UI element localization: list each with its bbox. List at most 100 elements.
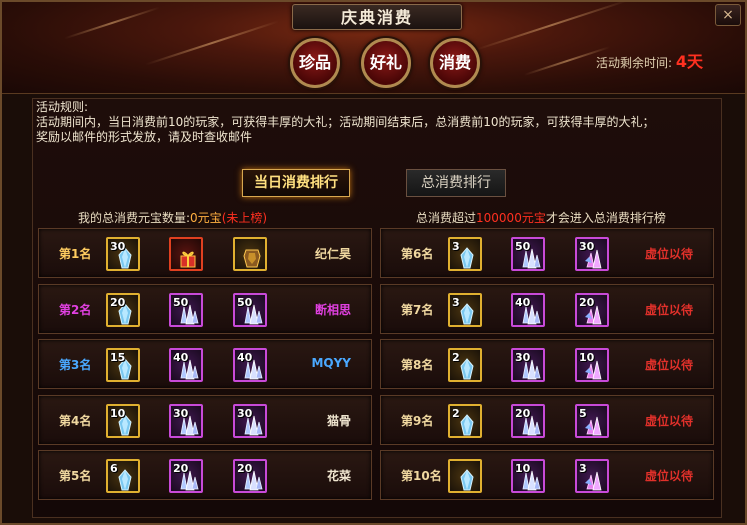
reward-count: 40: [237, 351, 253, 364]
reward-item[interactable]: 20: [106, 292, 140, 327]
player-name: 虚位以待: [644, 247, 693, 261]
reward-item[interactable]: [233, 237, 267, 271]
reward-count: 30: [515, 351, 531, 364]
timer-value: 4天: [675, 52, 703, 71]
rank-row: 第10名 10 3 虚位以待: [380, 450, 714, 500]
rank-label: 第6名: [401, 247, 434, 261]
reward-item[interactable]: 50: [511, 237, 545, 271]
player-name: MQYY: [311, 356, 351, 370]
reward-count: 20: [110, 295, 126, 309]
reward-count: 50: [515, 240, 531, 253]
player-name: 虚位以待: [644, 413, 693, 428]
reward-item[interactable]: 2: [448, 403, 482, 438]
event-timer: 活动剩余时间: 4天: [596, 48, 703, 72]
my-total-amount: 0元宝: [190, 211, 222, 225]
reward-count: 2: [452, 351, 460, 364]
reward-count: 30: [110, 240, 126, 253]
threshold-suffix: 才会进入总消费排行榜: [545, 211, 666, 225]
reward-count: 10: [579, 351, 595, 364]
rank-label: 第7名: [401, 302, 434, 317]
reward-count: 20: [515, 406, 531, 420]
reward-item[interactable]: 6: [106, 459, 140, 493]
window-title: 庆典消费: [292, 4, 462, 30]
tab-consumption[interactable]: 消费: [430, 38, 480, 88]
reward-item[interactable]: 20: [169, 459, 203, 493]
reward-count: 20: [579, 295, 595, 309]
reward-item[interactable]: 3: [448, 292, 482, 327]
rank-label: 第9名: [401, 413, 434, 428]
rules-title: 活动规则:: [36, 100, 89, 114]
tab-treasure[interactable]: 珍品: [290, 38, 340, 88]
reward-item[interactable]: 10: [575, 348, 609, 382]
reward-item[interactable]: 40: [511, 292, 545, 327]
rank-label: 第1名: [59, 247, 92, 261]
player-name: 断相思: [314, 302, 351, 317]
reward-item[interactable]: 40: [233, 348, 267, 382]
event-window: 庆典消费 × 珍品 好礼 消费 活动剩余时间: 4天 活动规则: 活动期间内，当…: [0, 0, 747, 525]
player-name: 虚位以待: [644, 302, 693, 317]
reward-count: 3: [452, 295, 460, 309]
threshold-amount: 100000元宝: [476, 211, 546, 225]
reward-count: 50: [173, 295, 189, 309]
rank-row: 第7名 3 40 20 虚位以待: [380, 283, 714, 334]
reward-count: 3: [452, 240, 460, 253]
reward-count: 10: [515, 462, 531, 475]
rank-row: 第4名 10 30 30 猫骨: [38, 394, 372, 445]
rank-row: 第2名 20 50 50 断相思: [38, 283, 372, 334]
reward-item[interactable]: 15: [106, 348, 140, 382]
player-name: 花菜: [326, 469, 351, 483]
reward-item[interactable]: [448, 459, 482, 493]
reward-item[interactable]: 40: [169, 348, 203, 382]
reward-count: 30: [173, 406, 189, 420]
rank-row: 第9名 2 20 5 虚位以待: [380, 394, 714, 445]
header-banner: 庆典消费 × 珍品 好礼 消费 活动剩余时间: 4天: [2, 2, 745, 94]
reward-item[interactable]: 3: [575, 459, 609, 493]
rules-text: 活动规则: 活动期间内，当日消费前10的玩家，可获得丰厚的大礼；活动期间结束后，…: [36, 100, 712, 145]
reward-item[interactable]: 50: [169, 292, 203, 327]
reward-item[interactable]: 50: [233, 292, 267, 327]
player-name: 纪仁昊: [314, 247, 351, 261]
threshold-notice: 总消费超过100000元宝才会进入总消费排行榜: [416, 209, 666, 226]
reward-count: 15: [110, 351, 126, 364]
close-button[interactable]: ×: [715, 4, 741, 26]
rules-line: 奖励以邮件的形式发放，请及时查收邮件: [36, 130, 253, 144]
player-name: 猫骨: [326, 413, 351, 428]
reward-item[interactable]: [169, 237, 203, 271]
reward-count: 50: [237, 295, 253, 309]
reward-item[interactable]: 3: [448, 237, 482, 271]
reward-item[interactable]: 30: [169, 403, 203, 438]
threshold-prefix: 总消费超过: [416, 211, 477, 225]
reward-count: 40: [515, 295, 531, 309]
reward-count: 10: [110, 406, 126, 420]
rank-row: 第6名 3 50 30 虚位以待: [380, 228, 714, 278]
rules-line: 活动期间内，当日消费前10的玩家，可获得丰厚的大礼；活动期间结束后，总消费前10…: [36, 115, 655, 129]
daily-ranking-button[interactable]: 当日消费排行: [242, 169, 350, 197]
rank-label: 第8名: [401, 358, 434, 372]
reward-count: 30: [237, 406, 253, 420]
reward-item[interactable]: 20: [511, 403, 545, 438]
my-total-label: 我的总消费元宝数量:: [78, 211, 191, 225]
player-name: 虚位以待: [644, 358, 693, 372]
reward-item[interactable]: 5: [575, 403, 609, 438]
rank-label: 第3名: [59, 358, 92, 372]
reward-count: 3: [579, 462, 587, 475]
reward-item[interactable]: 2: [448, 348, 482, 382]
reward-item[interactable]: 30: [106, 237, 140, 271]
reward-count: 2: [452, 406, 460, 420]
tab-gift[interactable]: 好礼: [361, 38, 411, 88]
total-ranking-button[interactable]: 总消费排行: [406, 169, 506, 197]
rank-label: 第10名: [401, 469, 442, 483]
reward-item[interactable]: 10: [511, 459, 545, 493]
reward-count: 30: [579, 240, 595, 253]
reward-item[interactable]: 30: [575, 237, 609, 271]
rank-row: 第1名 30 纪仁昊: [38, 228, 372, 278]
reward-item[interactable]: 20: [575, 292, 609, 327]
rank-row: 第3名 15 40 40 MQYY: [38, 339, 372, 389]
my-rank-status: (未上榜): [221, 211, 268, 225]
reward-item[interactable]: 30: [233, 403, 267, 438]
reward-item[interactable]: 30: [511, 348, 545, 382]
reward-count: 40: [173, 351, 189, 364]
reward-count: 6: [110, 462, 118, 475]
reward-item[interactable]: 20: [233, 459, 267, 493]
reward-item[interactable]: 10: [106, 403, 140, 438]
